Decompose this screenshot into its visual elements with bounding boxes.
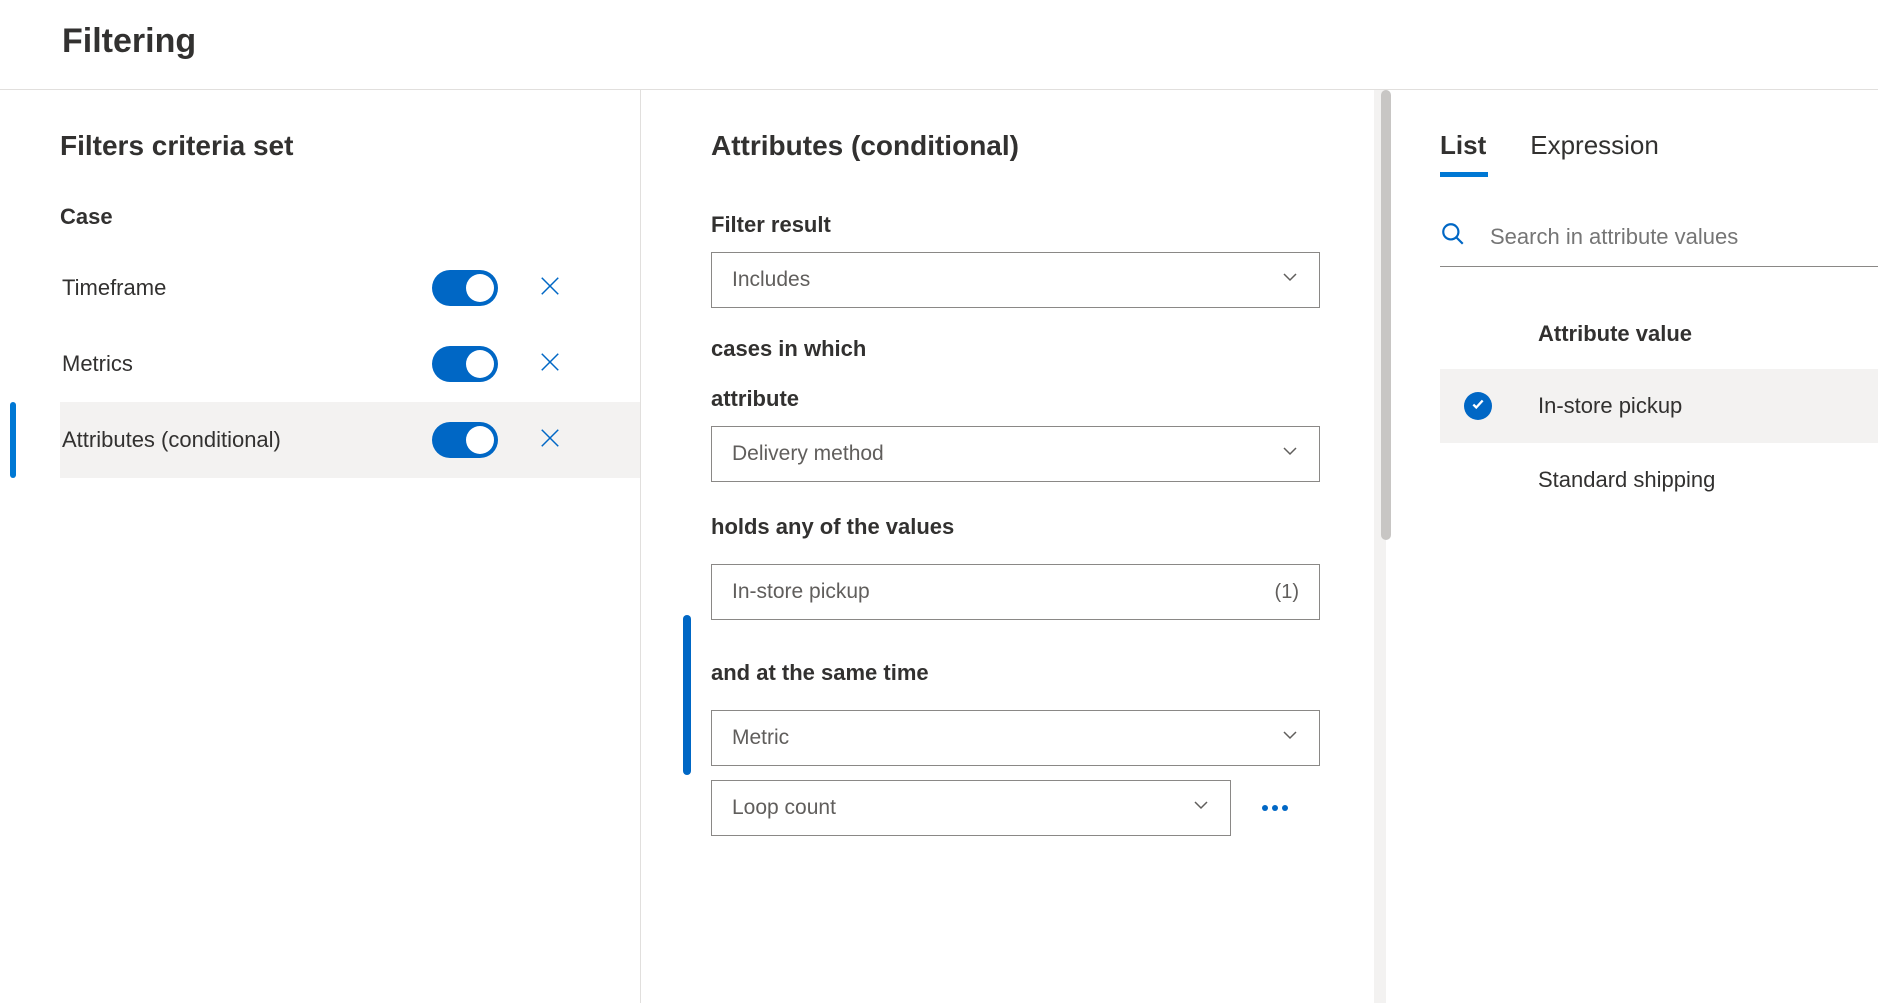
filter-row-timeframe[interactable]: Timeframe bbox=[60, 250, 640, 326]
and-same-time-label: and at the same time bbox=[711, 660, 1320, 686]
checkbox-unchecked[interactable] bbox=[1464, 466, 1492, 494]
sidebar-section-title: Filters criteria set bbox=[60, 130, 640, 162]
close-icon bbox=[539, 427, 561, 454]
toggle-metrics[interactable] bbox=[432, 346, 498, 382]
remove-filter-button[interactable] bbox=[534, 272, 566, 304]
group-accent-bar bbox=[683, 615, 691, 775]
search-input[interactable] bbox=[1490, 224, 1878, 250]
filter-result-select[interactable]: Includes bbox=[711, 252, 1320, 308]
attribute-value-label: Standard shipping bbox=[1538, 467, 1715, 493]
select-value: Delivery method bbox=[732, 442, 884, 466]
tab-expression[interactable]: Expression bbox=[1530, 130, 1659, 171]
metric-select[interactable]: Loop count bbox=[711, 780, 1231, 836]
attribute-value-row[interactable]: In-store pickup bbox=[1440, 369, 1878, 443]
toggle-attributes[interactable] bbox=[432, 422, 498, 458]
select-value: Loop count bbox=[732, 796, 836, 820]
values-multiselect[interactable]: In-store pickup (1) bbox=[711, 564, 1320, 620]
search-icon bbox=[1440, 221, 1466, 252]
attribute-select[interactable]: Delivery method bbox=[711, 426, 1320, 482]
attribute-value-header: Attribute value bbox=[1440, 321, 1878, 347]
attribute-value-label: In-store pickup bbox=[1538, 393, 1682, 419]
chevron-down-icon bbox=[1281, 442, 1299, 466]
close-icon bbox=[539, 275, 561, 302]
toggle-timeframe[interactable] bbox=[432, 270, 498, 306]
select-value: In-store pickup bbox=[732, 580, 870, 604]
more-options-button[interactable] bbox=[1255, 788, 1295, 828]
detail-panel-title: Attributes (conditional) bbox=[711, 130, 1320, 162]
attribute-value-row[interactable]: Standard shipping bbox=[1440, 443, 1878, 517]
filter-label: Metrics bbox=[62, 351, 432, 377]
filter-detail-panel: Attributes (conditional) Filter result I… bbox=[640, 90, 1380, 1003]
tab-list[interactable]: List bbox=[1440, 130, 1486, 171]
filter-label: Timeframe bbox=[62, 275, 432, 301]
page-title: Filtering bbox=[62, 22, 1816, 61]
chevron-down-icon bbox=[1192, 796, 1210, 820]
select-value: Metric bbox=[732, 726, 789, 750]
holds-values-label: holds any of the values bbox=[711, 514, 1320, 540]
cases-in-which-label: cases in which bbox=[711, 336, 1320, 362]
filter-label: Attributes (conditional) bbox=[62, 427, 432, 453]
close-icon bbox=[539, 351, 561, 378]
filter-result-label: Filter result bbox=[711, 212, 1320, 238]
remove-filter-button[interactable] bbox=[534, 424, 566, 456]
chevron-down-icon bbox=[1281, 268, 1299, 292]
select-value: Includes bbox=[732, 268, 810, 292]
values-panel: List Expression Attribute value In-store… bbox=[1380, 90, 1878, 1003]
selected-count: (1) bbox=[1275, 581, 1299, 604]
chevron-down-icon bbox=[1281, 726, 1299, 750]
more-horizontal-icon bbox=[1261, 799, 1289, 817]
sidebar-group-label: Case bbox=[60, 204, 640, 230]
check-icon bbox=[1471, 397, 1485, 416]
attribute-label: attribute bbox=[711, 386, 1320, 412]
filter-row-attributes-conditional[interactable]: Attributes (conditional) bbox=[60, 402, 640, 478]
remove-filter-button[interactable] bbox=[534, 348, 566, 380]
filter-row-metrics[interactable]: Metrics bbox=[60, 326, 640, 402]
checkbox-checked[interactable] bbox=[1464, 392, 1492, 420]
metric-category-select[interactable]: Metric bbox=[711, 710, 1320, 766]
filters-sidebar: Filters criteria set Case Timeframe Metr… bbox=[0, 90, 640, 1003]
